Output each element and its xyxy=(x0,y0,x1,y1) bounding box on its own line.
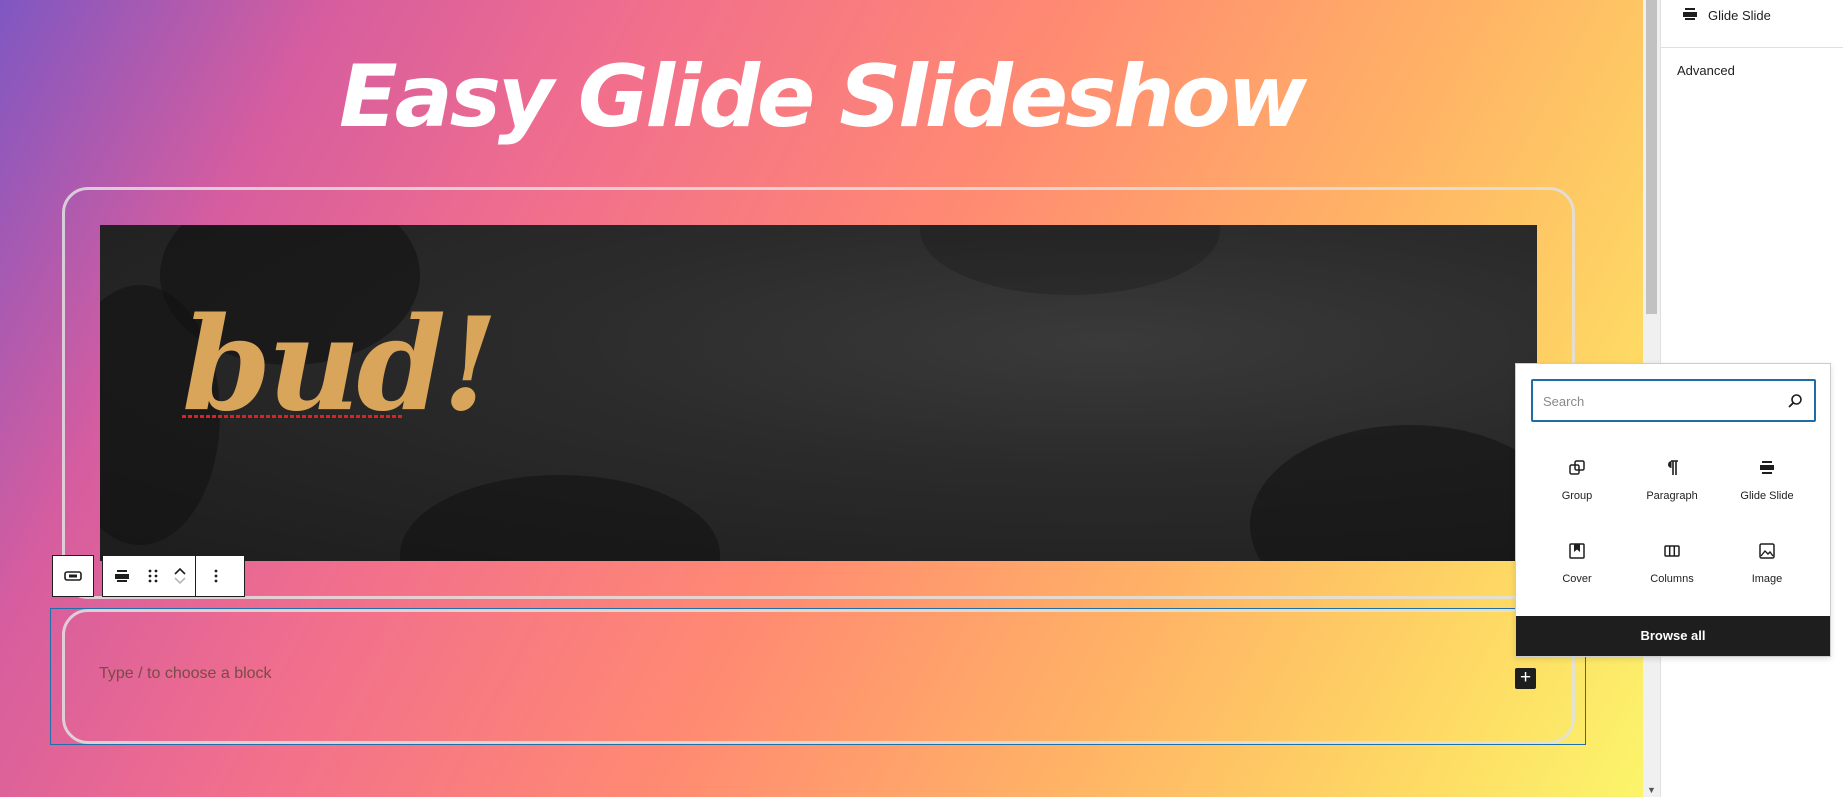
columns-icon xyxy=(1664,545,1680,557)
move-buttons xyxy=(165,556,195,596)
slide-foliage xyxy=(1250,425,1537,561)
move-up-icon[interactable] xyxy=(174,566,186,576)
move-down-icon[interactable] xyxy=(174,576,186,586)
block-type-button[interactable] xyxy=(103,556,141,596)
advanced-panel-toggle[interactable]: Advanced xyxy=(1677,63,1735,78)
glide-slide-icon xyxy=(1760,461,1774,474)
group-icon xyxy=(1569,460,1585,475)
block-placeholder[interactable]: Type / to choose a block xyxy=(99,665,272,683)
slide-foliage xyxy=(400,475,720,561)
scroll-down-arrow-icon[interactable]: ▼ xyxy=(1647,785,1656,795)
sidebar-block-name: Glide Slide xyxy=(1708,8,1771,23)
inserter-search-box xyxy=(1531,379,1816,422)
inserter-item-glide-slide[interactable]: Glide Slide xyxy=(1721,450,1813,514)
inserter-item-label: Cover xyxy=(1562,573,1592,585)
more-options-icon xyxy=(214,569,218,583)
inserter-search-input[interactable] xyxy=(1543,391,1763,411)
drag-handle[interactable] xyxy=(141,556,165,596)
block-inserter-popover: Group Paragraph Glide Slide Cover Column… xyxy=(1515,363,1831,657)
slide-foliage xyxy=(920,225,1220,295)
paragraph-icon xyxy=(1668,460,1678,475)
page-title[interactable]: Easy Glide Slideshow xyxy=(0,42,1643,152)
more-options-button[interactable] xyxy=(196,556,236,596)
inserter-item-label: Glide Slide xyxy=(1740,490,1794,502)
block-toolbar xyxy=(102,555,245,597)
plus-icon: + xyxy=(1519,667,1532,688)
glide-slide-icon xyxy=(1683,8,1697,20)
inserter-item-image[interactable]: Image xyxy=(1721,533,1813,597)
spellcheck-underline xyxy=(182,415,402,418)
image-icon xyxy=(1759,543,1775,559)
drag-handle-icon xyxy=(148,569,158,583)
inserter-item-label: Image xyxy=(1751,573,1783,585)
sidebar-block-card: Glide Slide xyxy=(1661,0,1843,48)
inserter-item-group[interactable]: Group xyxy=(1531,450,1623,514)
inserter-item-columns[interactable]: Columns xyxy=(1626,533,1718,597)
select-parent-icon xyxy=(64,571,82,581)
empty-paragraph-block[interactable] xyxy=(50,608,1586,745)
inserter-item-cover[interactable]: Cover xyxy=(1531,533,1623,597)
inserter-item-label: Group xyxy=(1561,490,1593,502)
inserter-item-paragraph[interactable]: Paragraph xyxy=(1626,450,1718,514)
select-parent-button[interactable] xyxy=(52,555,94,597)
search-icon xyxy=(1788,394,1802,408)
scrollbar-thumb[interactable] xyxy=(1646,0,1657,314)
inserter-item-label: Paragraph xyxy=(1646,490,1698,502)
cover-icon xyxy=(1569,543,1585,559)
glide-slide[interactable]: bud! xyxy=(100,225,1537,561)
browse-all-button[interactable]: Browse all xyxy=(1516,616,1830,656)
editor-canvas[interactable]: Easy Glide Slideshow bud! Type / to choo… xyxy=(0,0,1643,797)
glide-slide-icon xyxy=(115,570,129,582)
inserter-item-label: Columns xyxy=(1650,573,1694,585)
add-block-button[interactable]: + xyxy=(1515,668,1536,689)
